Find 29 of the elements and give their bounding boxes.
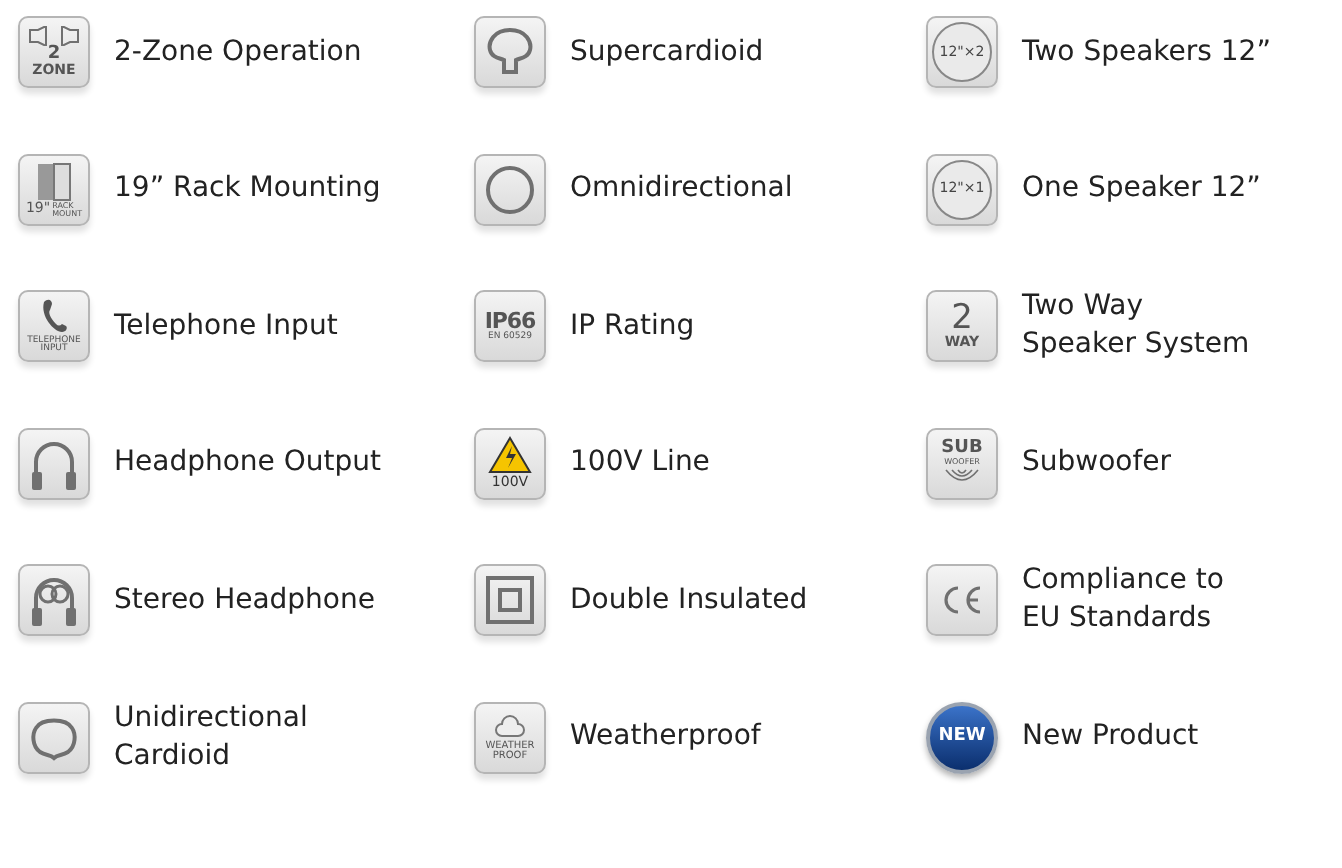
icon-caption: IP66	[484, 309, 536, 332]
feature-label: Unidirectional Cardioid	[114, 699, 308, 775]
feature-label: 2-Zone Operation	[114, 33, 362, 71]
icon-caption: NEW	[938, 723, 986, 750]
speakers-icon	[24, 26, 84, 46]
feature-label: One Speaker 12”	[1022, 170, 1261, 208]
feature-label: Headphone Output	[114, 444, 381, 482]
double-square-icon	[484, 574, 536, 626]
rack-icon	[32, 161, 76, 201]
feature-label: Omnidirectional	[570, 170, 793, 208]
feature-label: 100V Line	[570, 444, 710, 482]
feature-label: IP Rating	[570, 307, 695, 345]
feature-label: Supercardioid	[570, 33, 764, 71]
feature-label: Two Speakers 12”	[1022, 33, 1271, 71]
feature-label: Stereo Headphone	[114, 581, 375, 619]
feature-label: Weatherproof	[570, 718, 761, 756]
telephone-icon	[38, 297, 70, 333]
feature-label: Compliance to EU Standards	[1022, 562, 1224, 638]
feature-label: Subwoofer	[1022, 444, 1172, 482]
feature-label: Two Way Speaker System	[1022, 288, 1250, 364]
feature-label: New Product	[1022, 718, 1199, 756]
cloud-icon	[494, 713, 526, 741]
feature-label: Telephone Input	[114, 307, 338, 345]
icon-caption: 2	[951, 302, 973, 336]
feature-label: Double Insulated	[570, 581, 808, 619]
feature-label: 19” Rack Mounting	[114, 170, 381, 208]
warning-icon	[488, 436, 532, 474]
icon-caption: 2	[47, 46, 61, 64]
icon-caption: SUB	[941, 440, 983, 458]
